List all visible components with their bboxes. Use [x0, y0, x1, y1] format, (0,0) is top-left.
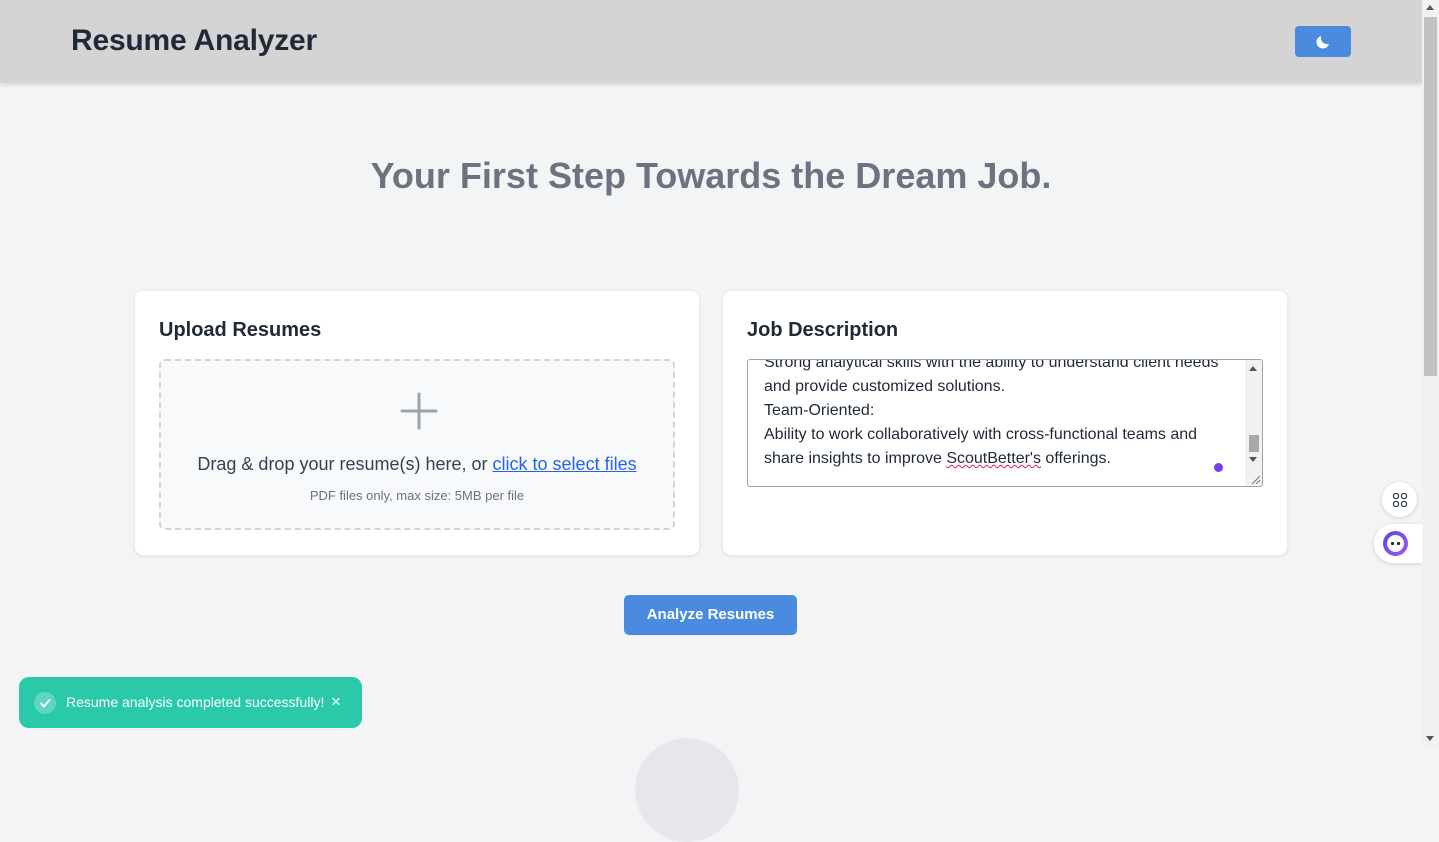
job-description-card: Job Description Strong analytical skills… [723, 291, 1287, 555]
dropzone-text-prefix: Drag & drop your resume(s) here, or [197, 454, 493, 474]
scroll-up-arrow-icon[interactable] [1249, 366, 1257, 371]
upload-card-title: Upload Resumes [159, 319, 322, 341]
textarea-scroll-thumb[interactable] [1249, 435, 1259, 452]
job-description-text: Strong analytical skills with the abilit… [764, 359, 1244, 471]
page-scroll-thumb[interactable] [1424, 17, 1437, 376]
textarea-scrollbar[interactable] [1245, 360, 1262, 486]
assistant-tab[interactable] [1374, 524, 1422, 563]
misspelled-word: ScoutBetter's [946, 450, 1041, 467]
resize-grip-icon[interactable] [1249, 473, 1261, 485]
job-text-line: Team-Oriented: [764, 402, 875, 419]
job-text-line: Ability to work collaboratively with cro… [764, 426, 1198, 443]
success-toast: Resume analysis completed successfully! … [19, 677, 362, 728]
theme-toggle-button[interactable] [1295, 26, 1351, 57]
hero-headline: Your First Step Towards the Dream Job. [370, 155, 1052, 196]
page-scrollbar[interactable] [1422, 0, 1439, 747]
last-line-prefix: share insights to improve [764, 450, 947, 467]
grid-icon [1392, 492, 1407, 507]
toast-close-button[interactable]: × [329, 691, 343, 713]
loading-placeholder [635, 738, 739, 842]
plus-icon [400, 392, 438, 430]
dropzone-hint: PDF files only, max size: 5MB per file [309, 488, 525, 503]
apps-floating-button[interactable] [1382, 482, 1417, 517]
job-card-title: Job Description [747, 319, 899, 341]
toast-message: Resume analysis completed successfully! [66, 694, 325, 710]
resume-dropzone[interactable]: Drag & drop your resume(s) here, or clic… [159, 359, 675, 530]
moon-icon [1316, 35, 1329, 49]
assistant-face-icon [1383, 531, 1408, 556]
analyze-resumes-button[interactable]: Analyze Resumes [624, 595, 797, 635]
dropzone-text: Drag & drop your resume(s) here, or clic… [161, 454, 673, 475]
scroll-down-arrow-icon[interactable] [1249, 457, 1257, 462]
grammar-indicator-dot[interactable] [1214, 463, 1223, 472]
job-text-line: and provide customized solutions. [764, 378, 1006, 395]
app-header: Resume Analyzer [0, 0, 1422, 83]
job-description-textarea[interactable]: Strong analytical skills with the abilit… [747, 359, 1263, 487]
select-files-link[interactable]: click to select files [493, 454, 637, 474]
last-line-suffix: offerings. [1040, 450, 1111, 467]
app-title: Resume Analyzer [71, 24, 317, 57]
page-scroll-up-icon[interactable] [1426, 5, 1434, 10]
job-text-line-last: share insights to improve ScoutBetter's … [764, 447, 1244, 471]
page-scroll-down-icon[interactable] [1426, 736, 1434, 741]
job-text-line: Strong analytical skills with the abilit… [764, 359, 1219, 371]
check-icon [34, 692, 56, 714]
upload-resumes-card: Upload Resumes Drag & drop your resume(s… [135, 291, 699, 555]
